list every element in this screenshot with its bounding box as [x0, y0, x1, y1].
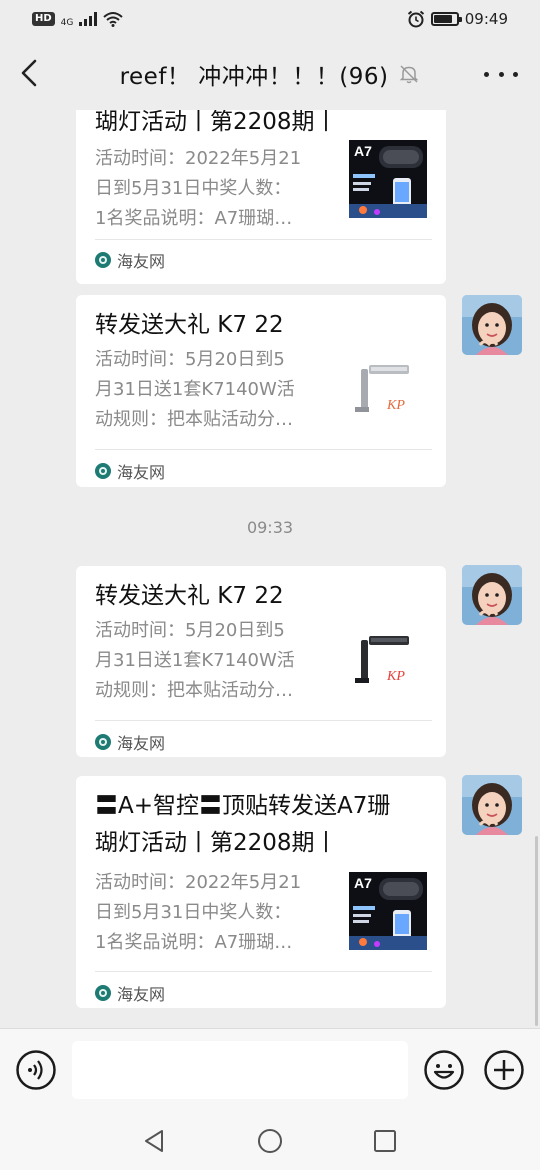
card-description: 活动时间：2022年5月21 日到5月31日中奖人数： 1名奖品说明：A7珊瑚… [95, 872, 302, 953]
card-title: 转发送大礼 K7 22 [95, 312, 284, 338]
wifi-icon [103, 12, 124, 27]
status-right: 09:49 [407, 10, 508, 28]
card-divider [95, 720, 432, 721]
card-source: 海友网 [95, 459, 165, 483]
system-nav-bar [0, 1110, 540, 1170]
emoji-icon[interactable] [424, 1050, 464, 1090]
source-name: 海友网 [117, 252, 166, 271]
source-name: 海友网 [117, 463, 166, 482]
thumb-label: A7 [354, 875, 372, 891]
chat-messages: 瑚灯活动丨第2208期丨 活动时间：2022年5月21 日到5月31日中奖人数：… [0, 110, 540, 1028]
card-source: 海友网 [95, 981, 165, 1005]
link-card[interactable]: 转发送大礼 K7 22 活动时间：5月20日到5 月31日送1套K7140W活 … [76, 295, 446, 487]
card-divider [95, 239, 432, 240]
title-wrap: reef！ 冲冲冲！！！(96) [0, 38, 540, 110]
card-thumbnail: A7 [349, 872, 427, 950]
link-card[interactable]: 〓A+智控〓顶贴转发送A7珊 瑚灯活动丨第2208期丨 活动时间：2022年5月… [76, 776, 446, 1008]
signal-icon [79, 12, 98, 26]
source-logo-icon [95, 985, 111, 1001]
card-description: 活动时间：2022年5月21 日到5月31日中奖人数： 1名奖品说明：A7珊瑚… [95, 148, 302, 229]
voice-icon[interactable] [16, 1050, 56, 1090]
card-thumbnail: KP [349, 620, 427, 698]
more-dots-icon[interactable] [484, 62, 518, 86]
card-title: 转发送大礼 K7 22 [95, 583, 284, 609]
back-triangle-icon[interactable] [142, 1128, 168, 1154]
battery-icon [430, 12, 462, 26]
card-description: 活动时间：5月20日到5 月31日送1套K7140W活 动规则：把本贴活动分… [95, 349, 295, 430]
home-circle-icon[interactable] [257, 1128, 283, 1154]
card-divider [95, 971, 432, 972]
card-title: 瑚灯活动丨第2208期丨 [95, 110, 338, 135]
card-title: 〓A+智控〓顶贴转发送A7珊 瑚灯活动丨第2208期丨 [95, 793, 391, 856]
hd-badge: HD [32, 12, 55, 26]
card-thumbnail: KP [349, 349, 427, 427]
status-bar: HD 4G 09:49 [0, 0, 540, 38]
source-name: 海友网 [117, 734, 166, 753]
message-input[interactable] [72, 1041, 408, 1099]
recents-square-icon[interactable] [372, 1128, 398, 1154]
status-time: 09:49 [464, 10, 508, 28]
source-logo-icon [95, 734, 111, 750]
scrollbar[interactable] [535, 836, 538, 1026]
plus-icon[interactable] [484, 1050, 524, 1090]
avatar[interactable] [462, 775, 522, 835]
bell-muted-icon [400, 65, 419, 84]
source-logo-icon [95, 463, 111, 479]
card-thumbnail: A7 [349, 140, 427, 218]
input-bar [0, 1028, 540, 1110]
chat-title: reef！ 冲冲冲！！！(96) [119, 64, 389, 90]
status-left: HD 4G [32, 10, 124, 28]
link-card[interactable]: 瑚灯活动丨第2208期丨 活动时间：2022年5月21 日到5月31日中奖人数：… [76, 110, 446, 284]
svg-text:KP: KP [386, 398, 405, 413]
avatar[interactable] [462, 295, 522, 355]
avatar[interactable] [462, 565, 522, 625]
source-logo-icon [95, 252, 111, 268]
chat-timestamp: 09:33 [246, 518, 294, 537]
card-source: 海友网 [95, 730, 165, 754]
alarm-icon [407, 10, 424, 28]
card-source: 海友网 [95, 248, 165, 272]
chat-header: reef！ 冲冲冲！！！(96) [0, 38, 540, 110]
link-card[interactable]: 转发送大礼 K7 22 活动时间：5月20日到5 月31日送1套K7140W活 … [76, 566, 446, 757]
svg-text:KP: KP [386, 669, 405, 684]
network-type: 4G [60, 18, 74, 28]
card-divider [95, 449, 432, 450]
thumb-label: A7 [354, 143, 372, 159]
card-description: 活动时间：5月20日到5 月31日送1套K7140W活 动规则：把本贴活动分… [95, 620, 295, 701]
source-name: 海友网 [117, 985, 166, 1004]
